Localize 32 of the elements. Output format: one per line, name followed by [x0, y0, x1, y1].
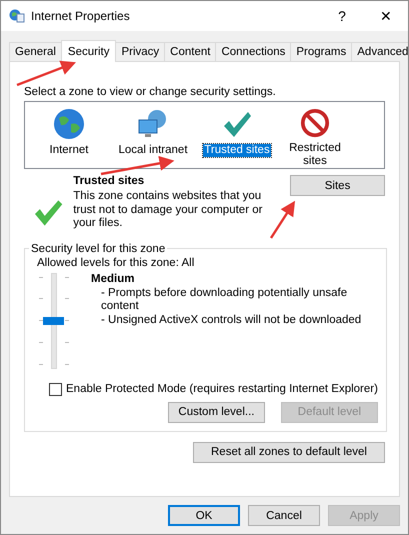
zone-description: This zone contains websites that you trust not to damage your computer or your files.: [73, 190, 264, 230]
reset-zones-button[interactable]: Reset all zones to default level: [193, 442, 385, 462]
zone-label[interactable]: Internet: [48, 144, 90, 157]
zone-label[interactable]: Restricted sites: [281, 142, 349, 168]
protected-mode-checkbox[interactable]: [49, 382, 62, 396]
zone-label[interactable]: Local intranet: [117, 144, 189, 157]
level-detail: - Unsigned ActiveX controls will not be downloaded: [100, 314, 362, 327]
level-name: Medium: [91, 272, 136, 284]
group-title: Security level for this zone: [30, 242, 166, 254]
close-button[interactable]: ✕: [364, 1, 408, 31]
check-icon: [34, 199, 64, 227]
dialog-button[interactable]: Cancel: [248, 505, 320, 526]
help-button[interactable]: ?: [320, 1, 364, 31]
level-detail: - Prompts before downloading potentially unsafe content: [100, 286, 348, 314]
app-icon: [9, 8, 25, 24]
globe-icon[interactable]: [53, 108, 85, 140]
dialog-button[interactable]: OK: [168, 505, 240, 526]
tab[interactable]: Security: [60, 40, 116, 62]
zone-title: Trusted sites: [73, 175, 146, 187]
no-entry-icon[interactable]: [299, 108, 331, 138]
checkbox-label[interactable]: Enable Protected Mode (requires restarting Internet Explorer): [66, 383, 378, 395]
annotation-arrow: [270, 200, 296, 239]
monitor-globe-icon[interactable]: [137, 108, 169, 140]
security-slider[interactable]: [39, 272, 69, 368]
window-title: Internet Properties: [31, 9, 130, 23]
zone-prompt: Select a zone to view or change security settings.: [24, 86, 277, 98]
level-button[interactable]: Custom level...: [168, 402, 265, 422]
annotation-arrow: [16, 60, 76, 86]
allowed-levels-text: Allowed levels for this zone: All: [37, 256, 196, 268]
sites-button[interactable]: Sites: [290, 175, 385, 196]
tab[interactable]: General: [9, 42, 62, 61]
zone-label[interactable]: Trusted sites: [203, 144, 271, 157]
